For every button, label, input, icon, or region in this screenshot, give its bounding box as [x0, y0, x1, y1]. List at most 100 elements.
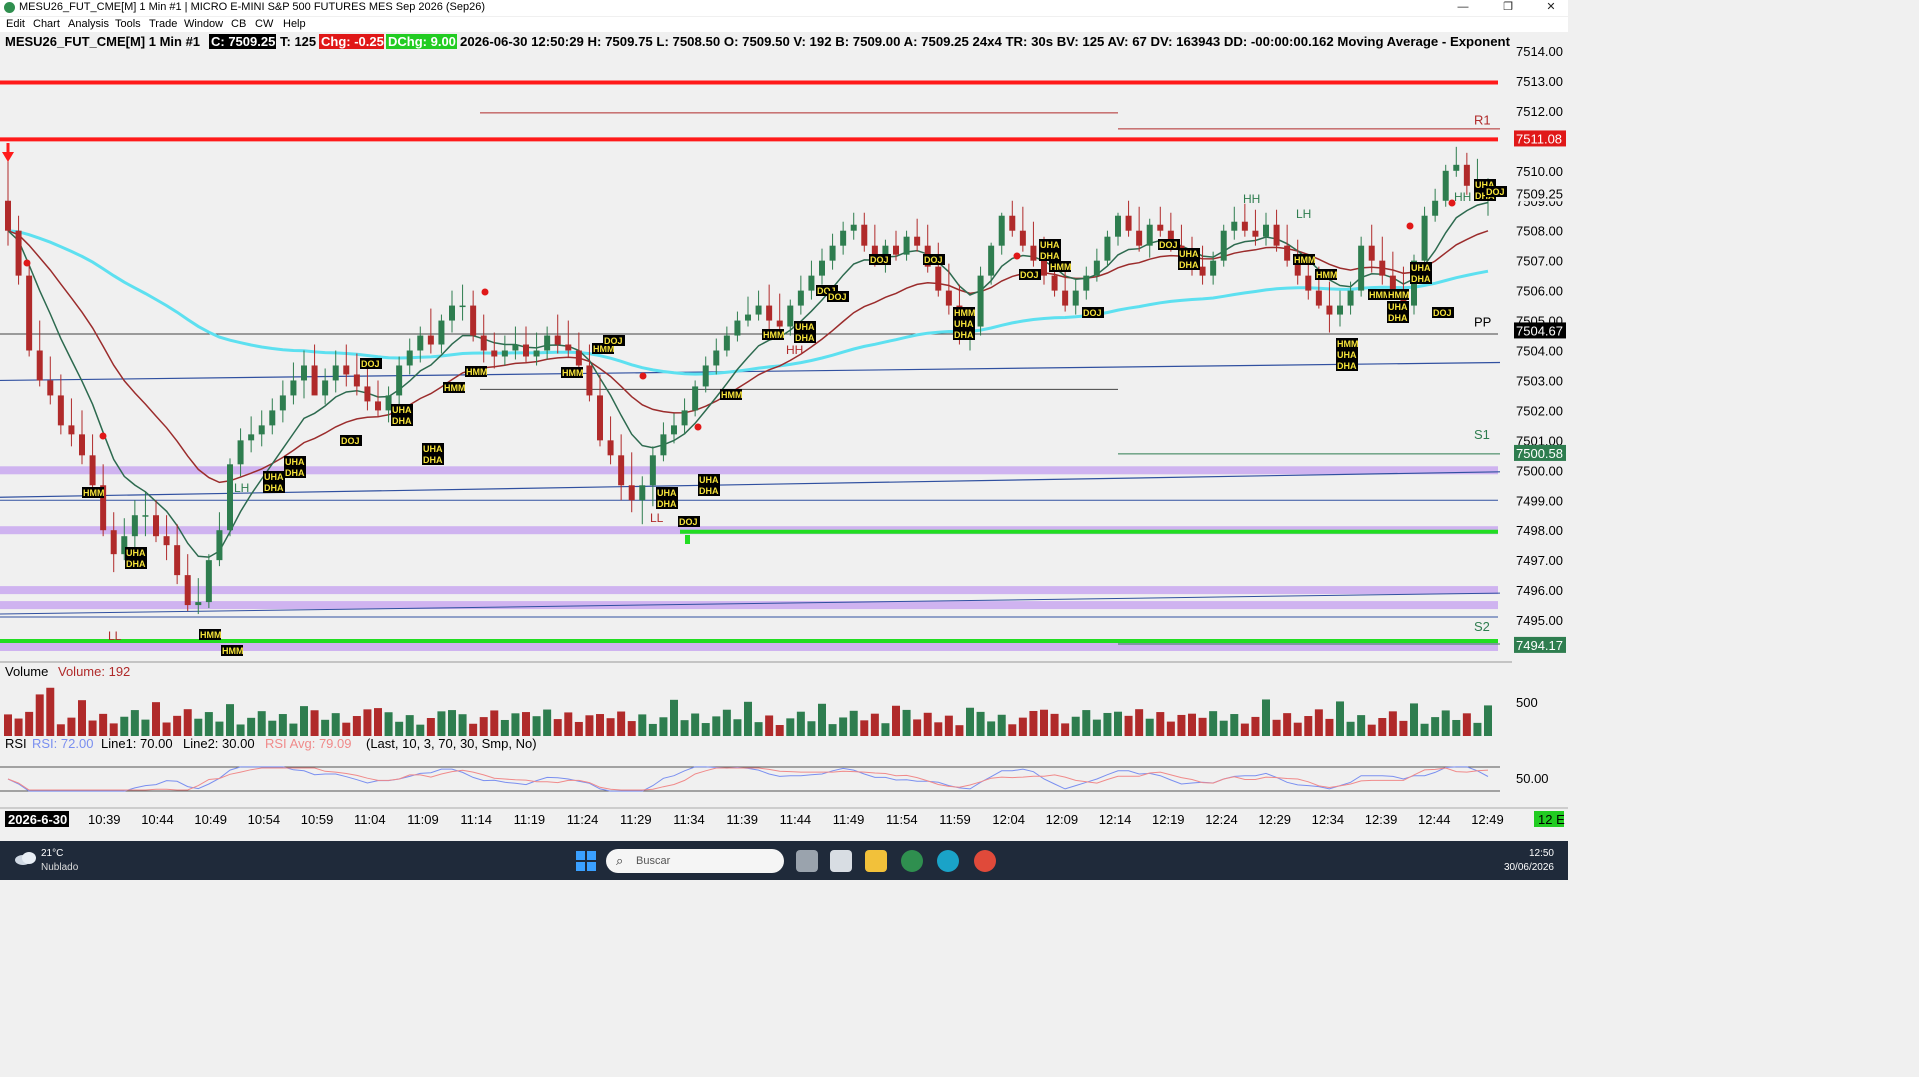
volume-bar — [469, 723, 478, 736]
volume-bar — [839, 717, 848, 736]
time-label: 12:14 — [1099, 812, 1132, 827]
menu-edit[interactable]: Edit — [6, 18, 25, 30]
volume-bar — [141, 719, 150, 736]
menu-cw[interactable]: CW — [255, 18, 273, 30]
volume-bar — [1431, 717, 1440, 736]
swing-label: HH — [786, 343, 803, 357]
volume-bar — [152, 702, 160, 736]
pattern-tag-hmm: HMM — [444, 383, 466, 393]
volume-bar — [1018, 717, 1027, 736]
store-icon[interactable] — [830, 850, 852, 872]
pattern-tag-doj: DOJ — [604, 336, 623, 346]
volume-bar — [490, 710, 499, 736]
candle-body — [279, 395, 286, 411]
candle-body — [597, 395, 603, 441]
menu-cb[interactable]: CB — [231, 18, 246, 30]
candle-body — [819, 260, 825, 276]
volume-bar — [331, 713, 340, 736]
pattern-tag-hmm: HMM — [954, 308, 976, 318]
rsi-avg: RSI Avg: 79.09 — [265, 736, 352, 751]
candle-body — [68, 425, 75, 435]
candle-body — [586, 365, 593, 396]
taskbar-search[interactable]: ⌕ Buscar — [606, 849, 784, 873]
candle-body — [1019, 230, 1026, 246]
volume-bar — [374, 708, 382, 736]
candle-body — [1062, 290, 1069, 306]
pattern-tag-doj: DOJ — [1020, 270, 1039, 280]
volume-bar — [1135, 709, 1144, 736]
volume-bar — [585, 715, 594, 736]
menu-analysis[interactable]: Analysis — [68, 18, 109, 30]
price-label: 7503.00 — [1516, 373, 1563, 388]
level-tag-text-pp: 7504.67 — [1516, 323, 1563, 338]
minimize-button[interactable]: — — [1448, 0, 1478, 16]
pattern-tag-uha: UHA — [423, 444, 443, 454]
volume-bar — [733, 719, 742, 736]
volume-bar — [1198, 717, 1207, 736]
candle-body — [163, 536, 170, 546]
signal-dot-icon — [23, 259, 31, 267]
volume-bar — [236, 724, 245, 736]
candle-body — [575, 350, 582, 366]
volume-axis-label: 500 — [1516, 695, 1538, 710]
volume-bar — [35, 694, 44, 736]
candle-body — [692, 386, 699, 411]
price-label: 7499.00 — [1516, 493, 1563, 508]
time-label: 12:44 — [1418, 812, 1451, 827]
candle-body — [797, 290, 804, 306]
task-view-icon[interactable] — [796, 850, 818, 872]
volume-bar — [934, 722, 943, 736]
start-button[interactable] — [575, 850, 597, 872]
time-label: 11:14 — [460, 812, 492, 827]
volume-bar — [1008, 724, 1017, 736]
candle-body — [914, 236, 921, 246]
volume-bar — [744, 701, 752, 736]
volume-bar — [458, 714, 467, 736]
signal-dot-icon — [481, 288, 489, 296]
cloud-icon — [15, 852, 36, 865]
menu-tools[interactable]: Tools — [115, 18, 141, 30]
trading-app-icon[interactable] — [901, 850, 923, 872]
candle-body — [184, 575, 191, 606]
volume-bar — [1388, 711, 1397, 736]
candle-body — [15, 230, 22, 276]
menu-trade[interactable]: Trade — [149, 18, 177, 30]
close-button[interactable]: ✕ — [1536, 0, 1566, 16]
candle-body — [618, 455, 625, 486]
candle-body — [227, 464, 233, 531]
pattern-tag-dha: DHA — [657, 499, 677, 509]
volume-bar — [25, 711, 34, 736]
swing-label: HH — [1454, 190, 1471, 204]
candle-body — [935, 266, 942, 291]
volume-bar — [278, 714, 287, 736]
menu-chart[interactable]: Chart — [33, 18, 60, 30]
candle-body — [1273, 224, 1280, 246]
chrome-icon[interactable] — [974, 850, 996, 872]
maximize-button[interactable]: ❐ — [1493, 0, 1523, 16]
volume-bar — [1156, 712, 1165, 736]
pattern-tag-hmm: HMM — [763, 330, 785, 340]
volume-bar — [1336, 701, 1344, 736]
candle-body — [89, 455, 96, 486]
price-label: 7495.00 — [1516, 613, 1563, 628]
candle-body — [1453, 164, 1460, 171]
folder-icon[interactable] — [865, 850, 887, 872]
menu-help[interactable]: Help — [283, 18, 306, 30]
volume-bar — [1145, 718, 1154, 736]
edge-icon[interactable] — [937, 850, 959, 872]
volume-bar — [860, 720, 869, 736]
swing-label: HH — [1243, 192, 1260, 206]
menu-window[interactable]: Window — [184, 18, 223, 30]
windows-icon — [576, 851, 596, 871]
pattern-tag-doj: DOJ — [1083, 308, 1102, 318]
candle-body — [480, 335, 487, 351]
candle-body — [1337, 305, 1343, 315]
volume-bar — [574, 721, 583, 736]
volume-bar — [14, 718, 23, 736]
price-chart[interactable]: HMMUHADHAHMMHMMUHADHAUHADHADOJDOJUHADHAU… — [0, 32, 1568, 840]
time-label: 11:39 — [726, 812, 758, 827]
candle-body — [1104, 236, 1111, 261]
pattern-tag-doj: DOJ — [870, 255, 889, 265]
volume-bar — [183, 709, 192, 736]
volume-bar — [1357, 715, 1366, 736]
